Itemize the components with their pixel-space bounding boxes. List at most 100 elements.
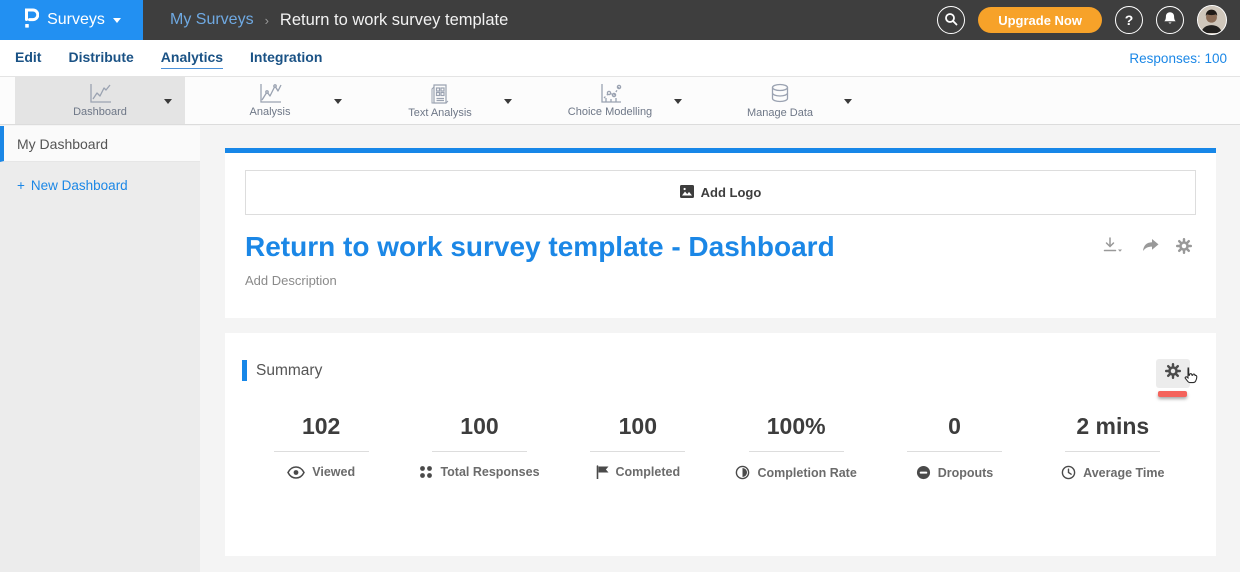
stat-value: 0 <box>875 413 1033 440</box>
stat-value: 2 mins <box>1034 413 1192 440</box>
download-icon[interactable] <box>1103 237 1124 254</box>
breadcrumb-separator: › <box>265 13 269 28</box>
stat-divider <box>590 451 685 452</box>
stat-value: 100% <box>717 413 875 440</box>
question-mark-icon: ? <box>1125 12 1134 28</box>
toolbar-item-label: Dashboard <box>73 106 127 118</box>
user-avatar[interactable] <box>1197 5 1227 35</box>
hand-cursor-icon <box>1180 365 1200 392</box>
stat-divider <box>907 451 1002 452</box>
grid-dots-icon <box>419 465 433 479</box>
chevron-down-icon[interactable] <box>334 99 342 104</box>
bell-icon <box>1163 11 1177 29</box>
minus-circle-icon <box>916 465 931 480</box>
toolbar-item-label: Choice Modelling <box>568 106 652 118</box>
stat-dropouts: 0 Dropouts <box>875 413 1033 480</box>
tab-edit[interactable]: Edit <box>15 47 41 69</box>
stat-value: 100 <box>559 413 717 440</box>
summary-heading: Summary <box>256 362 322 380</box>
share-icon[interactable] <box>1141 238 1159 253</box>
new-dashboard-button[interactable]: + New Dashboard <box>17 178 200 193</box>
stat-completed: 100 Completed <box>559 413 717 480</box>
tab-integration[interactable]: Integration <box>250 47 322 69</box>
toolbar-item-label: Manage Data <box>747 107 813 119</box>
toolbar-item-analysis[interactable]: Analysis <box>185 77 355 124</box>
stat-divider <box>274 451 369 452</box>
text-analysis-icon <box>429 83 451 105</box>
topbar-actions: Upgrade Now ? <box>937 5 1240 35</box>
sidebar-item-label: My Dashboard <box>17 136 108 152</box>
top-bar: Surveys My Surveys › Return to work surv… <box>0 0 1240 40</box>
clock-icon <box>1061 465 1076 480</box>
stat-viewed: 102 Viewed <box>242 413 400 480</box>
breadcrumb-current: Return to work survey template <box>280 11 508 30</box>
summary-header: Summary <box>242 360 1192 381</box>
toolbar-item-choice-modelling[interactable]: Choice Modelling <box>525 77 695 124</box>
stat-value: 100 <box>400 413 558 440</box>
gear-icon[interactable] <box>1176 238 1192 254</box>
avatar-photo <box>1198 6 1225 33</box>
dashboard-chart-icon <box>88 83 112 104</box>
toolbar-item-manage-data[interactable]: Manage Data <box>695 77 865 124</box>
upgrade-now-button[interactable]: Upgrade Now <box>978 7 1102 33</box>
analytics-toolbar: Dashboard Analysis Text <box>0 77 1240 125</box>
notifications-button[interactable] <box>1156 6 1184 34</box>
summary-card: Summary <box>225 333 1216 556</box>
tab-analytics[interactable]: Analytics <box>161 47 223 69</box>
eye-icon <box>287 466 305 479</box>
breadcrumb: My Surveys › Return to work survey templ… <box>170 11 508 30</box>
chevron-down-icon[interactable] <box>164 99 172 104</box>
summary-stats: 102 Viewed 100 <box>242 413 1192 480</box>
image-icon <box>680 185 694 201</box>
toolbar-item-text-analysis[interactable]: Text Analysis <box>355 77 525 124</box>
toolbar-item-label: Analysis <box>250 106 291 118</box>
stat-divider <box>432 451 527 452</box>
section-accent-marker <box>242 360 247 381</box>
half-circle-icon <box>735 465 750 480</box>
dashboard-actions <box>1103 237 1192 254</box>
gear-icon <box>1165 363 1181 384</box>
chevron-down-icon[interactable] <box>844 99 852 104</box>
product-switcher[interactable]: Surveys <box>0 0 143 40</box>
dashboard-header-card: Add Logo Return to work survey template … <box>225 153 1216 318</box>
dashboard-title[interactable]: Return to work survey template - Dashboa… <box>245 231 1196 263</box>
help-button[interactable]: ? <box>1115 6 1143 34</box>
stat-label: Completion Rate <box>757 466 856 480</box>
stat-label: Average Time <box>1083 466 1164 480</box>
chevron-down-icon <box>113 18 121 23</box>
stat-value: 102 <box>242 413 400 440</box>
analysis-chart-icon <box>258 83 282 104</box>
flag-icon <box>596 465 609 479</box>
add-logo-button[interactable]: Add Logo <box>245 170 1196 215</box>
chevron-down-icon[interactable] <box>674 99 682 104</box>
add-logo-label: Add Logo <box>701 185 762 200</box>
survey-tab-bar: Edit Distribute Analytics Integration Re… <box>0 40 1240 77</box>
responses-count: Responses: 100 <box>1129 51 1227 66</box>
card-gap <box>225 318 1216 333</box>
breadcrumb-my-surveys[interactable]: My Surveys <box>170 11 254 29</box>
dashboard-sidebar: My Dashboard + New Dashboard <box>0 126 200 572</box>
plus-icon: + <box>17 178 25 193</box>
tab-distribute[interactable]: Distribute <box>68 47 133 69</box>
stat-completion-rate: 100% Completion Rate <box>717 413 875 480</box>
stat-divider <box>749 451 844 452</box>
stat-average-time: 2 mins Average Time <box>1034 413 1192 480</box>
toolbar-item-label: Text Analysis <box>408 107 472 119</box>
add-description-placeholder[interactable]: Add Description <box>245 273 1196 288</box>
tabs: Edit Distribute Analytics Integration <box>15 47 322 69</box>
search-button[interactable] <box>937 6 965 34</box>
stat-label: Completed <box>616 465 681 479</box>
stat-label: Total Responses <box>440 465 539 479</box>
stat-total-responses: 100 Total Responses <box>400 413 558 480</box>
summary-settings-button[interactable] <box>1156 359 1190 388</box>
sidebar-item-my-dashboard[interactable]: My Dashboard <box>0 126 200 162</box>
choice-modelling-icon <box>598 83 622 104</box>
stat-label: Viewed <box>312 465 355 479</box>
toolbar-item-dashboard[interactable]: Dashboard <box>15 77 185 124</box>
database-icon <box>769 83 791 105</box>
chevron-down-icon[interactable] <box>504 99 512 104</box>
stat-divider <box>1065 451 1160 452</box>
click-annotation-marker <box>1158 391 1187 397</box>
questionpro-logo-icon <box>22 7 39 34</box>
main-content: Add Logo Return to work survey template … <box>200 126 1240 572</box>
